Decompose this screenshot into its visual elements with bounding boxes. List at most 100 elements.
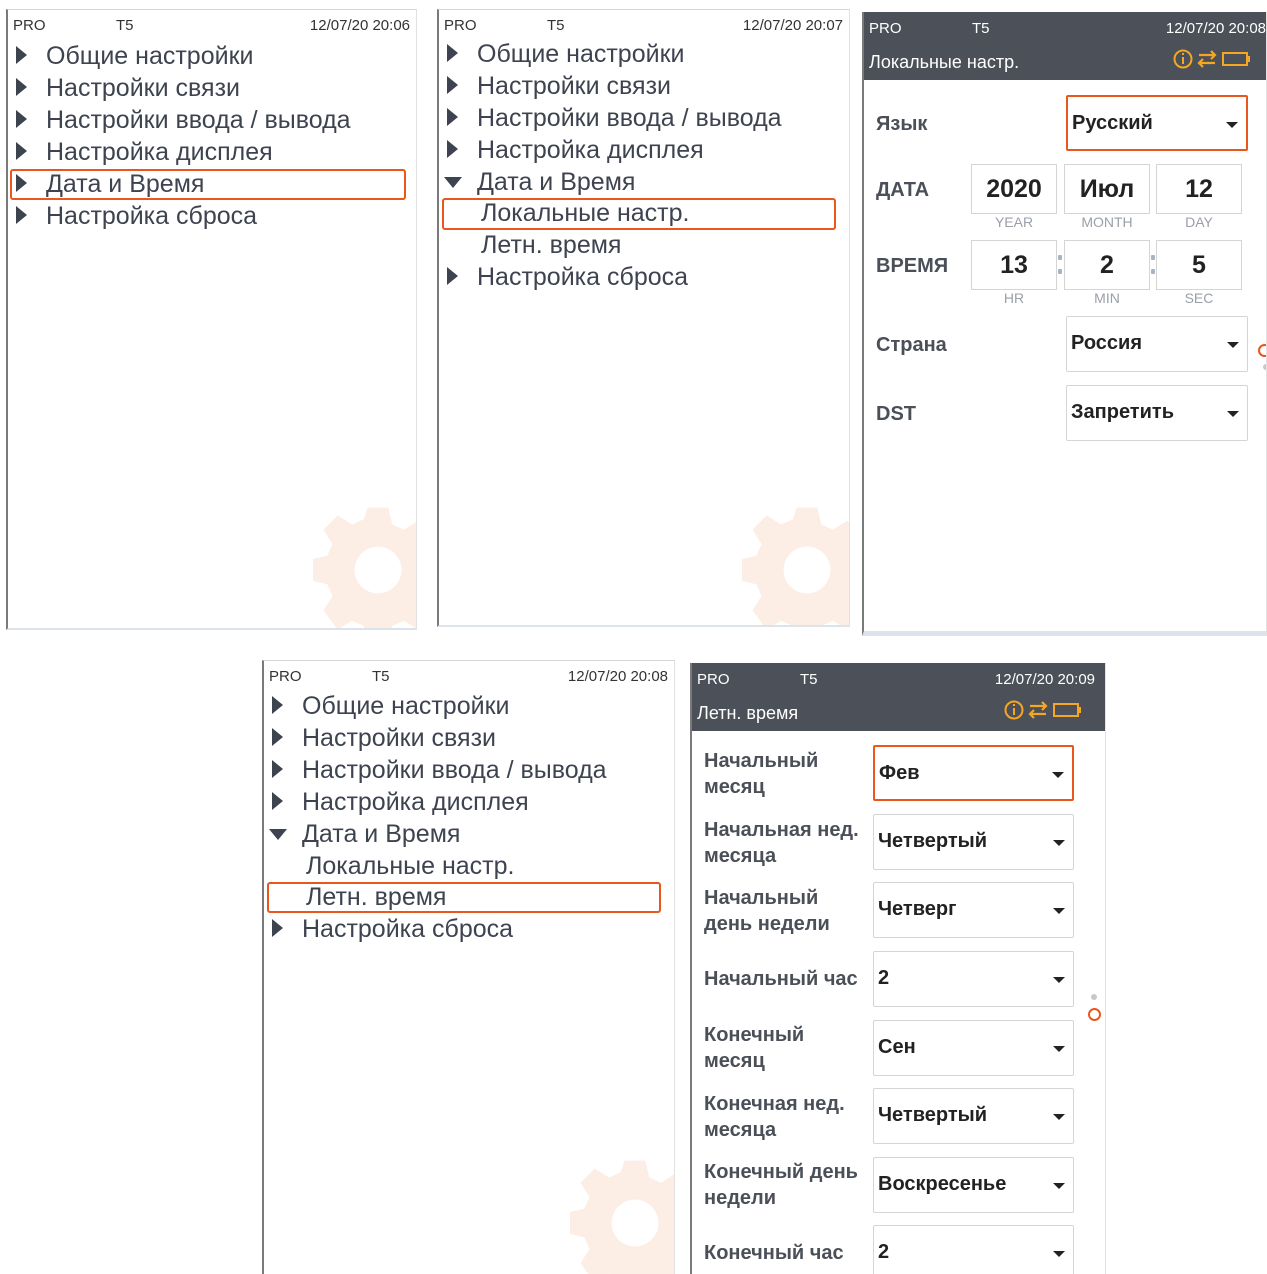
dropdown-value: Фев	[879, 762, 920, 784]
page-title: Летн. время	[697, 703, 799, 723]
month-field[interactable]: Июл	[1064, 164, 1150, 214]
language-dropdown[interactable]: Русский	[1066, 95, 1248, 151]
menu-item-label: Настройки связи	[46, 74, 240, 102]
scroll-indicator[interactable]	[1258, 344, 1266, 357]
caret-right-icon	[447, 44, 458, 62]
dst-dropdown[interactable]: Запретить	[1066, 385, 1248, 441]
start-hour-label: Начальный час	[704, 966, 858, 992]
end-week-dropdown[interactable]: Четвертый	[873, 1088, 1074, 1144]
end-hour-dropdown[interactable]: 2	[873, 1225, 1074, 1274]
country-label: Страна	[876, 334, 947, 356]
caret-right-icon	[16, 142, 27, 160]
start-hour-dropdown[interactable]: 2	[873, 951, 1074, 1007]
day-caption: DAY	[1185, 214, 1213, 230]
menu-item-reset[interactable]: Настройка сброса	[439, 263, 839, 293]
status-datetime: 12/07/20 20:08	[1165, 20, 1266, 37]
dropdown-caret-icon	[1227, 342, 1239, 348]
status-model: T5	[547, 17, 565, 34]
minute-field[interactable]: 2	[1064, 240, 1150, 290]
status-bar: PRO T5 12/07/20 20:06	[8, 10, 416, 36]
dropdown-value: Сен	[878, 1036, 916, 1058]
menu-item-dst[interactable]: Летн. время	[439, 231, 839, 261]
menu-item-display[interactable]: Настройка дисплея	[8, 138, 408, 168]
dropdown-value: Четверг	[878, 898, 957, 920]
transfer-icon[interactable]	[1197, 50, 1217, 68]
menu-item-comm[interactable]: Настройки связи	[8, 74, 408, 104]
label-line: Начальный	[704, 750, 819, 772]
caret-right-icon	[272, 696, 283, 714]
menu-item-label: Общие настройки	[302, 692, 510, 720]
info-icon[interactable]	[1004, 700, 1024, 720]
menu-item-general[interactable]: Общие настройки	[264, 692, 664, 722]
header-bar: PRO T5 12/07/20 20:09 Летн. время	[692, 663, 1105, 731]
dropdown-value: Четвертый	[878, 830, 987, 852]
menu-item-label: Настройка дисплея	[46, 138, 273, 166]
menu-item-label: Настройка дисплея	[477, 136, 704, 164]
second-field[interactable]: 5	[1156, 240, 1242, 290]
menu-item-label: Общие настройки	[46, 42, 254, 70]
caret-right-icon	[16, 78, 27, 96]
menu-item-label: Летн. время	[481, 231, 622, 259]
caret-right-icon	[16, 110, 27, 128]
country-dropdown[interactable]: Россия	[1066, 316, 1248, 372]
menu-item-io[interactable]: Настройки ввода / вывода	[264, 756, 664, 786]
start-day-dropdown[interactable]: Четверг	[873, 882, 1074, 938]
start-month-dropdown[interactable]: Фев	[873, 745, 1074, 801]
local-settings-panel: PRO T5 12/07/20 20:08 Локальные настр. Я…	[862, 12, 1267, 636]
dst-label: DST	[876, 403, 916, 425]
dropdown-caret-icon	[1053, 840, 1065, 846]
status-pro: PRO	[869, 20, 902, 37]
menu-item-label: Настройки ввода / вывода	[302, 756, 607, 784]
time-label: ВРЕМЯ	[876, 255, 949, 277]
menu-item-label: Настройки ввода / вывода	[477, 104, 782, 132]
label-line: Конечный час	[704, 1242, 844, 1264]
menu-item-display[interactable]: Настройка дисплея	[264, 788, 664, 818]
menu-item-reset[interactable]: Настройка сброса	[264, 915, 664, 945]
menu-item-display[interactable]: Настройка дисплея	[439, 136, 839, 166]
header-bar: PRO T5 12/07/20 20:08 Локальные настр.	[864, 12, 1266, 80]
menu-item-comm[interactable]: Настройки связи	[439, 72, 839, 102]
day-field[interactable]: 12	[1156, 164, 1242, 214]
start-week-dropdown[interactable]: Четвертый	[873, 814, 1074, 870]
selection-highlight	[10, 169, 406, 200]
dst-settings-panel: PRO T5 12/07/20 20:09 Летн. время Началь…	[690, 663, 1106, 1274]
menu-item-label: Общие настройки	[477, 40, 685, 68]
dropdown-value: Воскресенье	[878, 1173, 1007, 1195]
settings-menu-panel-3: PRO T5 12/07/20 20:08 Общие настройки На…	[262, 660, 675, 1274]
transfer-icon[interactable]	[1028, 701, 1048, 719]
page-title: Локальные настр.	[869, 52, 1020, 72]
menu-item-datetime[interactable]: Дата и Время	[264, 820, 664, 850]
menu-item-comm[interactable]: Настройки связи	[264, 724, 664, 754]
end-day-dropdown[interactable]: Воскресенье	[873, 1157, 1074, 1213]
end-month-label: Конечный месяц	[704, 1022, 804, 1074]
caret-down-icon	[444, 177, 462, 188]
status-model: T5	[800, 671, 818, 688]
settings-menu-panel-1: PRO T5 12/07/20 20:06 Общие настройки На…	[6, 9, 417, 630]
menu-item-local[interactable]: Локальные настр.	[264, 852, 664, 882]
status-model: T5	[372, 668, 390, 685]
status-pro: PRO	[444, 17, 477, 34]
caret-right-icon	[447, 76, 458, 94]
dropdown-caret-icon	[1053, 1183, 1065, 1189]
dropdown-caret-icon	[1053, 908, 1065, 914]
menu-item-datetime[interactable]: Дата и Время	[439, 168, 839, 198]
menu-item-general[interactable]: Общие настройки	[8, 42, 408, 72]
menu-item-io[interactable]: Настройки ввода / вывода	[439, 104, 839, 134]
info-icon[interactable]	[1173, 49, 1193, 69]
end-month-dropdown[interactable]: Сен	[873, 1020, 1074, 1076]
caret-right-icon	[272, 760, 283, 778]
end-week-label: Конечная нед. месяца	[704, 1091, 845, 1143]
menu-item-reset[interactable]: Настройка сброса	[8, 202, 408, 232]
hour-field[interactable]: 13	[971, 240, 1057, 290]
status-bar: PRO T5 12/07/20 20:07	[439, 10, 849, 36]
dropdown-caret-icon	[1053, 1114, 1065, 1120]
caret-right-icon	[447, 267, 458, 285]
year-field[interactable]: 2020	[971, 164, 1057, 214]
menu-item-label: Настройка дисплея	[302, 788, 529, 816]
scroll-indicator[interactable]	[1088, 1008, 1101, 1021]
header-icons	[1173, 49, 1250, 69]
caret-right-icon	[16, 46, 27, 64]
menu-item-io[interactable]: Настройки ввода / вывода	[8, 106, 408, 136]
menu-item-label: Настройка сброса	[302, 915, 514, 943]
menu-item-general[interactable]: Общие настройки	[439, 40, 839, 70]
